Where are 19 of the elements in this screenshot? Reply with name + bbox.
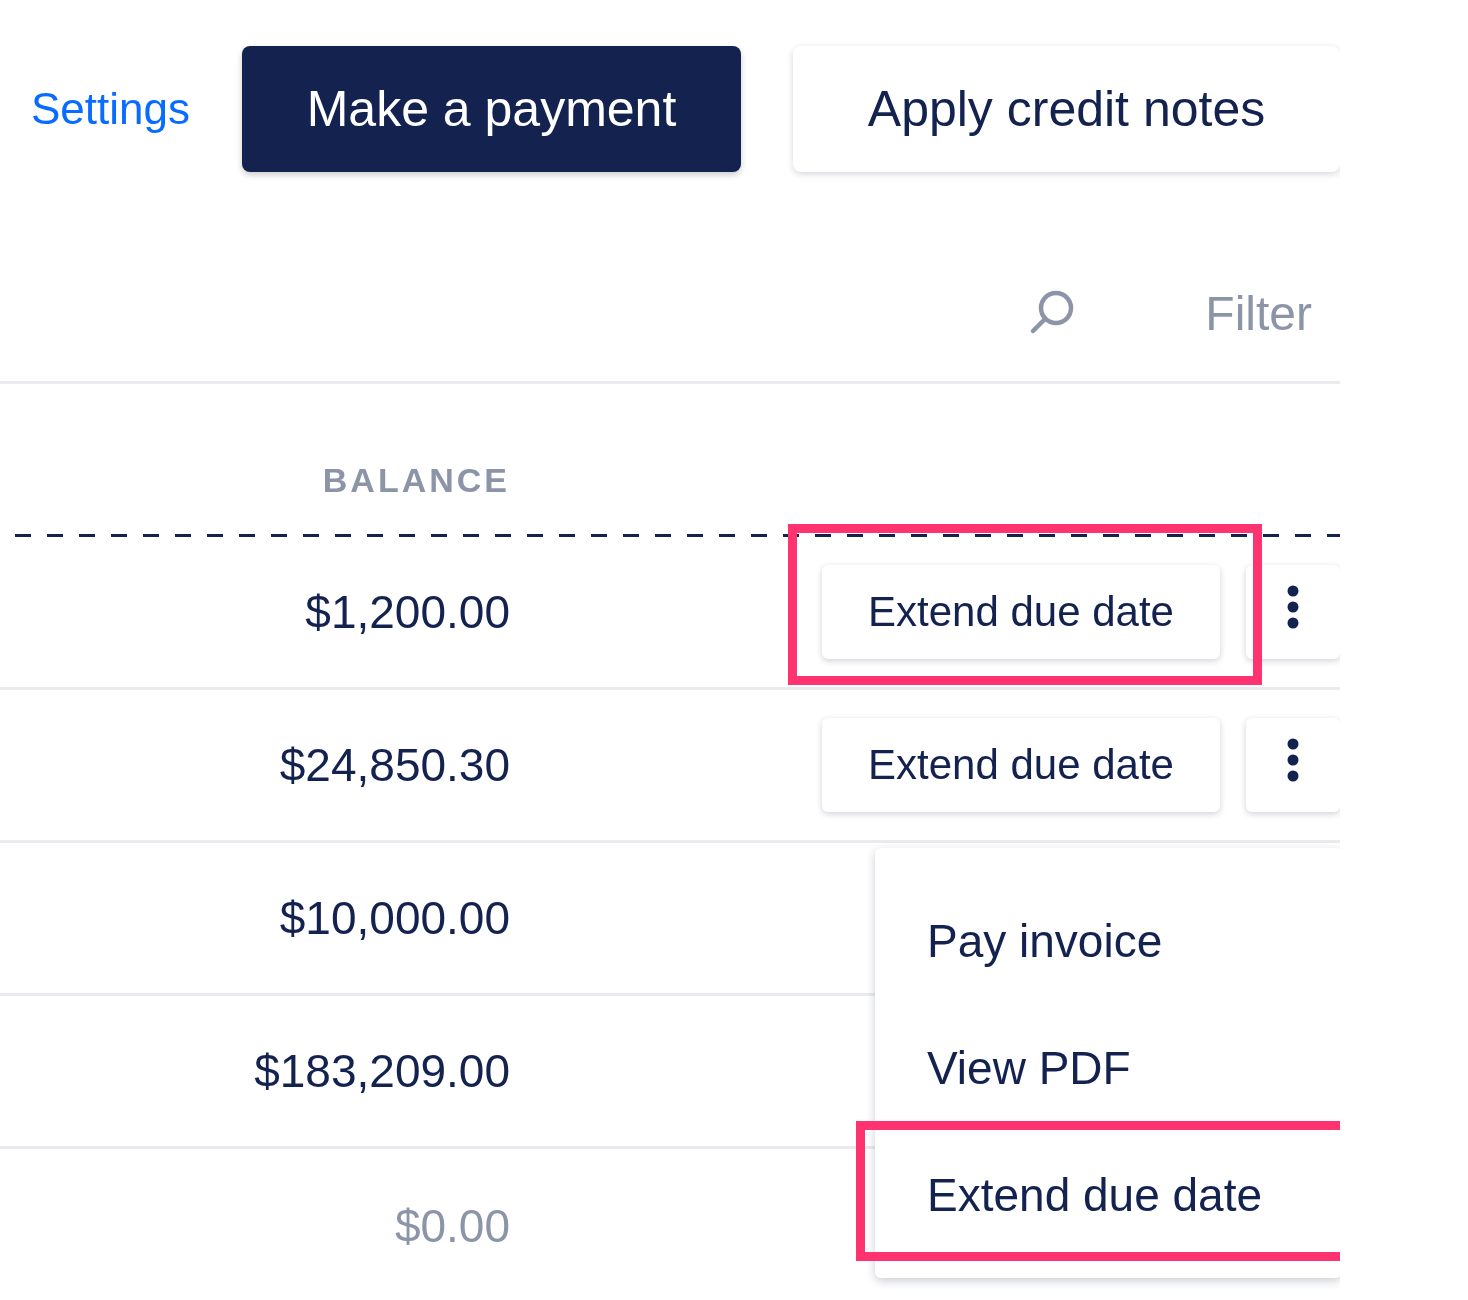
search-icon[interactable] [1029,289,1076,335]
extend-due-date-button[interactable]: Extend due date [822,565,1220,659]
balance-cell-text: $10,000.00 [278,891,510,945]
make-payment-button[interactable]: Make a payment [242,46,741,172]
settings-link[interactable]: Settings [31,84,190,134]
more-icon [1287,585,1299,629]
balance-cell-text: $24,850.30 [278,738,510,792]
balance-cell-text: $183,209.00 [253,1044,510,1098]
menu-item[interactable]: View PDF [875,1004,1340,1131]
extend-due-date-button[interactable]: Extend due date [822,718,1220,812]
more-button[interactable] [1246,565,1340,659]
menu-item[interactable]: Pay invoice [875,877,1340,1004]
menu-item[interactable]: Extend due date [875,1131,1340,1258]
balance-cell-text: $0.00 [393,1198,510,1253]
more-button[interactable] [1246,718,1340,812]
apply-credit-notes-button[interactable]: Apply credit notes [793,46,1340,172]
more-icon [1287,738,1299,782]
balance-cell-text: $1,200.00 [304,585,510,639]
column-header: BALANCE [321,461,510,500]
